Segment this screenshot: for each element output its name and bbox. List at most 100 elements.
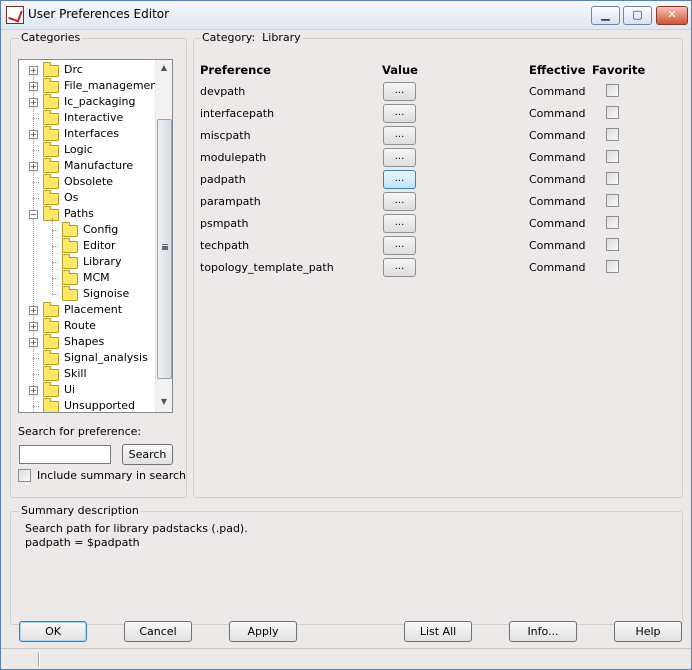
value-header: Value — [382, 63, 418, 77]
value-edit-button[interactable]: ... — [383, 148, 416, 167]
tree-item-shapes[interactable]: + Shapes — [19, 334, 155, 350]
tree-item-label: MCM — [83, 271, 110, 284]
value-edit-button[interactable]: ... — [383, 126, 416, 145]
expand-icon[interactable]: + — [29, 98, 38, 107]
expand-icon[interactable]: + — [29, 162, 38, 171]
value-edit-button[interactable]: ... — [383, 104, 416, 123]
categories-label: Categories — [19, 31, 83, 44]
tree-connector — [33, 182, 39, 183]
tree-item-label: Signoise — [83, 287, 130, 300]
effective-value: Command — [529, 261, 586, 274]
scroll-down-arrow-icon[interactable]: ▼ — [156, 394, 172, 410]
favorite-checkbox[interactable] — [606, 84, 619, 97]
value-edit-button[interactable]: ... — [383, 214, 416, 233]
preference-name: psmpath — [200, 217, 249, 230]
window-title: User Preferences Editor — [28, 7, 170, 21]
list-all-button[interactable]: List All — [404, 621, 472, 642]
value-edit-button[interactable]: ... — [383, 236, 416, 255]
folder-icon — [43, 302, 59, 317]
scroll-up-arrow-icon[interactable]: ▲ — [156, 60, 172, 76]
expand-icon[interactable]: + — [29, 386, 38, 395]
tree-connector — [33, 358, 39, 359]
tree-item-signoise[interactable]: Signoise — [19, 286, 155, 302]
folder-icon — [43, 398, 59, 412]
expand-icon[interactable]: + — [29, 306, 38, 315]
favorite-checkbox[interactable] — [606, 194, 619, 207]
value-edit-button[interactable]: ... — [383, 82, 416, 101]
help-button[interactable]: Help — [614, 621, 682, 642]
favorite-checkbox[interactable] — [606, 216, 619, 229]
tree-item-library[interactable]: Library — [19, 254, 155, 270]
category-heading: Category: Library — [200, 31, 303, 44]
search-input[interactable] — [19, 445, 111, 464]
tree-item-manufacture[interactable]: + Manufacture — [19, 158, 155, 174]
effective-value: Command — [529, 173, 586, 186]
tree-item-label: Unsupported — [64, 399, 136, 412]
status-divider — [38, 652, 40, 667]
tree-item-file_management[interactable]: + File_management — [19, 78, 162, 94]
tree-item-label: Interactive — [64, 111, 124, 124]
expand-icon[interactable]: + — [29, 66, 38, 75]
tree-item-editor[interactable]: Editor — [19, 238, 155, 254]
category-name: Library — [262, 31, 301, 44]
tree-item-label: Ui — [64, 383, 76, 396]
tree-item-config[interactable]: Config — [19, 222, 155, 238]
favorite-checkbox[interactable] — [606, 238, 619, 251]
tree-item-ui[interactable]: + Ui — [19, 382, 155, 398]
folder-icon — [43, 382, 59, 397]
expand-icon[interactable]: + — [29, 322, 38, 331]
tree-item-interactive[interactable]: Interactive — [19, 110, 155, 126]
folder-icon — [43, 126, 59, 141]
ok-button[interactable]: OK — [19, 621, 87, 642]
folder-icon — [43, 334, 59, 349]
expand-icon[interactable]: + — [29, 82, 38, 91]
tree-item-unsupported[interactable]: Unsupported — [19, 398, 155, 412]
search-label: Search for preference: — [18, 425, 142, 438]
favorite-checkbox[interactable] — [606, 106, 619, 119]
tree-item-paths[interactable]: − Paths — [19, 206, 155, 222]
app-icon — [6, 6, 24, 24]
info-button[interactable]: Info... — [509, 621, 577, 642]
favorite-checkbox[interactable] — [606, 172, 619, 185]
favorite-checkbox[interactable] — [606, 128, 619, 141]
apply-button[interactable]: Apply — [229, 621, 297, 642]
tree-item-drc[interactable]: + Drc — [19, 62, 155, 78]
folder-icon — [62, 254, 78, 269]
tree-item-placement[interactable]: + Placement — [19, 302, 155, 318]
preferences-window: User Preferences Editor ▁ ▢ ✕ Categories… — [0, 0, 692, 670]
close-button[interactable]: ✕ — [656, 6, 688, 25]
tree-item-label: Route — [64, 319, 96, 332]
value-edit-button[interactable]: ... — [383, 170, 416, 189]
collapse-icon[interactable]: − — [29, 210, 38, 219]
favorite-checkbox[interactable] — [606, 150, 619, 163]
tree-item-label: Shapes — [64, 335, 105, 348]
preference-header: Preference — [200, 63, 271, 77]
search-button[interactable]: Search — [122, 444, 173, 465]
effective-value: Command — [529, 107, 586, 120]
scroll-thumb[interactable] — [157, 119, 172, 379]
tree-item-label: Ic_packaging — [64, 95, 136, 108]
tree-item-route[interactable]: + Route — [19, 318, 155, 334]
tree-item-os[interactable]: Os — [19, 190, 155, 206]
value-edit-button[interactable]: ... — [383, 258, 416, 277]
minimize-button[interactable]: ▁ — [591, 6, 620, 25]
tree-item-mcm[interactable]: MCM — [19, 270, 155, 286]
tree-item-obsolete[interactable]: Obsolete — [19, 174, 155, 190]
tree-item-ic_packaging[interactable]: + Ic_packaging — [19, 94, 155, 110]
tree-connector — [33, 198, 39, 199]
maximize-button[interactable]: ▢ — [623, 6, 652, 25]
value-edit-button[interactable]: ... — [383, 192, 416, 211]
tree-item-logic[interactable]: Logic — [19, 142, 155, 158]
expand-icon[interactable]: + — [29, 130, 38, 139]
expand-icon[interactable]: + — [29, 338, 38, 347]
tree-item-skill[interactable]: Skill — [19, 366, 155, 382]
cancel-button[interactable]: Cancel — [124, 621, 192, 642]
favorite-checkbox[interactable] — [606, 260, 619, 273]
category-tree[interactable]: + Drc + File_management + Ic_packaging Interac… — [18, 59, 173, 413]
preference-name: parampath — [200, 195, 261, 208]
tree-scrollbar[interactable]: ▲ ▼ — [155, 60, 172, 412]
include-summary-checkbox[interactable] — [18, 469, 31, 482]
tree-connector — [33, 150, 39, 151]
tree-item-signal_analysis[interactable]: Signal_analysis — [19, 350, 155, 366]
tree-item-interfaces[interactable]: + Interfaces — [19, 126, 155, 142]
